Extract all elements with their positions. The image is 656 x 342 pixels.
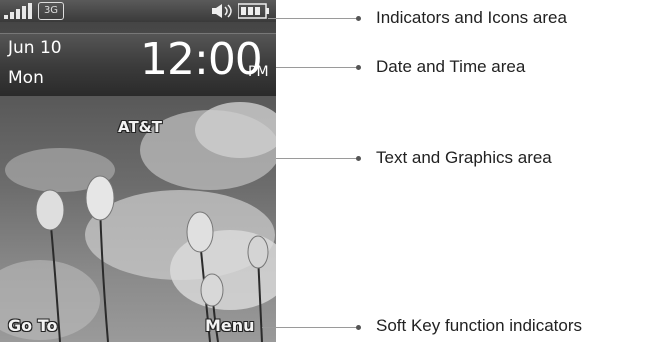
- battery-icon: [237, 3, 272, 23]
- clock-ampm: PM: [248, 64, 269, 80]
- status-bar: 3G: [0, 0, 276, 22]
- callout-line-indicators: [268, 18, 358, 19]
- softkey-right[interactable]: Menu: [205, 316, 255, 335]
- callout-line-datetime: [276, 67, 358, 68]
- callout-label-softkeys: Soft Key function indicators: [376, 316, 583, 335]
- carrier-name: AT&T: [118, 118, 162, 136]
- clock-time: 12:00: [140, 34, 263, 85]
- callout-label-datetime: Date and Time area: [376, 57, 526, 76]
- callout-dot-softkeys: [356, 325, 361, 330]
- callout-label-graphics: Text and Graphics area: [376, 148, 552, 167]
- date-label: Jun 10: [8, 38, 62, 58]
- network-3g-icon: 3G: [38, 2, 64, 20]
- callout-label-indicators: Indicators and Icons area: [376, 8, 567, 27]
- day-label: Mon: [8, 68, 44, 88]
- phone-screen: 3G Jun 10 Mon 12:00 PM AT&T Go To Menu: [0, 0, 276, 342]
- callout-dot-graphics: [356, 156, 361, 161]
- date-time-bar: Jun 10 Mon 12:00 PM: [0, 33, 276, 96]
- softkey-left[interactable]: Go To: [8, 316, 57, 335]
- callout-line-graphics: [276, 158, 358, 159]
- callout-dot-indicators: [356, 16, 361, 21]
- callout-line-softkeys: [262, 327, 358, 328]
- speaker-volume-icon: [210, 3, 234, 23]
- signal-strength-icon: [4, 3, 38, 23]
- callout-dot-datetime: [356, 65, 361, 70]
